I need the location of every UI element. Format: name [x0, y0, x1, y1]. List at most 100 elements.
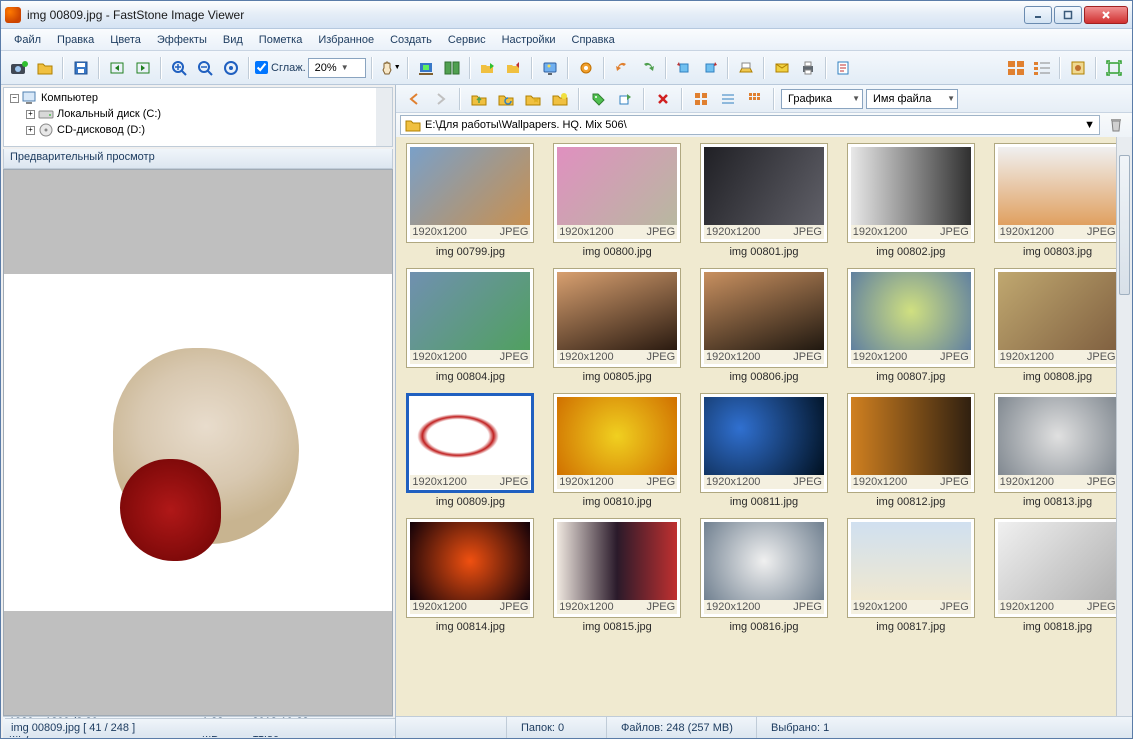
acquire-icon[interactable] [7, 56, 31, 80]
menu-файл[interactable]: Файл [7, 32, 48, 48]
smoothing-checkbox[interactable]: Сглаж. [255, 61, 306, 74]
delete-icon[interactable] [651, 87, 675, 111]
prev-image-icon[interactable] [105, 56, 129, 80]
sort-combo[interactable]: Имя файла▼ [866, 89, 958, 109]
tag-icon[interactable] [586, 87, 610, 111]
folder-tree[interactable]: − Компьютер + Локальный диск (C:) + CD-д… [3, 87, 393, 147]
thumbnail[interactable]: 1920x1200JPEGimg 00811.jpg [696, 393, 833, 508]
next-image-icon[interactable] [131, 56, 155, 80]
email-icon[interactable] [770, 56, 794, 80]
undo-icon[interactable] [610, 56, 634, 80]
close-button[interactable] [1084, 6, 1128, 24]
menu-правка[interactable]: Правка [50, 32, 101, 48]
zoom-in-icon[interactable] [167, 56, 191, 80]
forward-icon[interactable] [429, 87, 453, 111]
thumbnail[interactable]: 1920x1200JPEGimg 00817.jpg [842, 518, 979, 633]
menu-создать[interactable]: Создать [383, 32, 439, 48]
slideshow-icon[interactable] [414, 56, 438, 80]
menu-вид[interactable]: Вид [216, 32, 250, 48]
jpeg-comment-icon[interactable] [832, 56, 856, 80]
tree-node-computer[interactable]: − Компьютер [6, 90, 390, 106]
list-view-icon[interactable] [1030, 56, 1054, 80]
trash-icon[interactable] [1104, 113, 1128, 137]
thumbnail[interactable]: 1920x1200JPEGimg 00803.jpg [989, 143, 1126, 258]
back-icon[interactable] [402, 87, 426, 111]
thumbnail[interactable]: 1920x1200JPEGimg 00812.jpg [842, 393, 979, 508]
path-input[interactable]: E:\Для работы\Wallpapers. HQ. Mix 506\ ▼ [400, 115, 1100, 135]
move-to-icon[interactable] [502, 56, 526, 80]
large-thumbs-icon[interactable] [689, 87, 713, 111]
redo-icon[interactable] [636, 56, 660, 80]
zoom-combo[interactable]: 20%▼ [308, 58, 366, 78]
tree-node-drive-d[interactable]: + CD-дисковод (D:) [6, 122, 390, 138]
refresh-folder-icon[interactable] [494, 87, 518, 111]
collapse-icon[interactable]: − [10, 94, 19, 103]
menu-настройки[interactable]: Настройки [495, 32, 563, 48]
fullscreen-icon[interactable] [1102, 56, 1126, 80]
details-view-icon[interactable] [716, 87, 740, 111]
thumbnail-view-icon[interactable] [1004, 56, 1028, 80]
hand-tool-icon[interactable]: ▼ [378, 56, 402, 80]
compare-icon[interactable] [440, 56, 464, 80]
thumbnail[interactable]: 1920x1200JPEGimg 00799.jpg [402, 143, 539, 258]
open-folder-icon[interactable] [33, 56, 57, 80]
save-icon[interactable] [69, 56, 93, 80]
thumbnail[interactable]: 1920x1200JPEGimg 00800.jpg [549, 143, 686, 258]
thumbnail[interactable]: 1920x1200JPEGimg 00809.jpg [402, 393, 539, 508]
thumb-dims: 1920x1200 [412, 351, 466, 363]
thumb-format: JPEG [646, 351, 675, 363]
thumb-filename: img 00813.jpg [1023, 496, 1092, 508]
menu-избранное[interactable]: Избранное [311, 32, 381, 48]
filter-combo[interactable]: Графика▼ [781, 89, 863, 109]
menu-цвета[interactable]: Цвета [103, 32, 148, 48]
thumbnail[interactable]: 1920x1200JPEGimg 00806.jpg [696, 268, 833, 383]
thumb-dims: 1920x1200 [853, 476, 907, 488]
chevron-down-icon[interactable]: ▼ [1084, 119, 1095, 131]
favorite-folder-icon[interactable] [521, 87, 545, 111]
thumbnail[interactable]: 1920x1200JPEGimg 00804.jpg [402, 268, 539, 383]
rotate-left-icon[interactable] [672, 56, 696, 80]
zoom-out-icon[interactable] [193, 56, 217, 80]
maximize-button[interactable] [1054, 6, 1082, 24]
up-folder-icon[interactable] [467, 87, 491, 111]
thumbs-scrollbar[interactable] [1116, 137, 1132, 716]
small-thumbs-icon[interactable] [743, 87, 767, 111]
thumbnail[interactable]: 1920x1200JPEGimg 00818.jpg [989, 518, 1126, 633]
scan-icon[interactable] [734, 56, 758, 80]
preview-area[interactable] [3, 169, 393, 716]
tree-node-drive-c[interactable]: + Локальный диск (C:) [6, 106, 390, 122]
folder-icon [405, 118, 421, 132]
titlebar[interactable]: img 00809.jpg - FastStone Image Viewer [1, 1, 1132, 29]
export-icon[interactable] [613, 87, 637, 111]
thumbnail[interactable]: 1920x1200JPEGimg 00802.jpg [842, 143, 979, 258]
thumbnail[interactable]: 1920x1200JPEGimg 00805.jpg [549, 268, 686, 383]
actual-size-icon[interactable] [219, 56, 243, 80]
menu-пометка[interactable]: Пометка [252, 32, 310, 48]
menu-эффекты[interactable]: Эффекты [150, 32, 214, 48]
new-folder-icon[interactable] [548, 87, 572, 111]
menu-сервис[interactable]: Сервис [441, 32, 493, 48]
thumbnail[interactable]: 1920x1200JPEGimg 00801.jpg [696, 143, 833, 258]
tree-scrollbar[interactable] [376, 88, 392, 146]
wallpaper-icon[interactable] [538, 56, 562, 80]
copy-to-icon[interactable] [476, 56, 500, 80]
thumbnail[interactable]: 1920x1200JPEGimg 00808.jpg [989, 268, 1126, 383]
expand-icon[interactable]: + [26, 110, 35, 119]
thumb-format: JPEG [793, 476, 822, 488]
thumbnail[interactable]: 1920x1200JPEGimg 00814.jpg [402, 518, 539, 633]
thumbnail[interactable]: 1920x1200JPEGimg 00810.jpg [549, 393, 686, 508]
thumbnail[interactable]: 1920x1200JPEGimg 00815.jpg [549, 518, 686, 633]
rotate-right-icon[interactable] [698, 56, 722, 80]
thumbnail[interactable]: 1920x1200JPEGimg 00813.jpg [989, 393, 1126, 508]
thumb-filename: img 00803.jpg [1023, 246, 1092, 258]
expand-icon[interactable]: + [26, 126, 35, 135]
thumbnail[interactable]: 1920x1200JPEGimg 00807.jpg [842, 268, 979, 383]
tree-label: CD-дисковод (D:) [57, 124, 145, 136]
single-view-icon[interactable] [1066, 56, 1090, 80]
menu-справка[interactable]: Справка [565, 32, 622, 48]
settings-gear-icon[interactable] [574, 56, 598, 80]
minimize-button[interactable] [1024, 6, 1052, 24]
thumbnails-area[interactable]: 1920x1200JPEGimg 00799.jpg1920x1200JPEGi… [396, 137, 1132, 716]
thumbnail[interactable]: 1920x1200JPEGimg 00816.jpg [696, 518, 833, 633]
print-icon[interactable] [796, 56, 820, 80]
